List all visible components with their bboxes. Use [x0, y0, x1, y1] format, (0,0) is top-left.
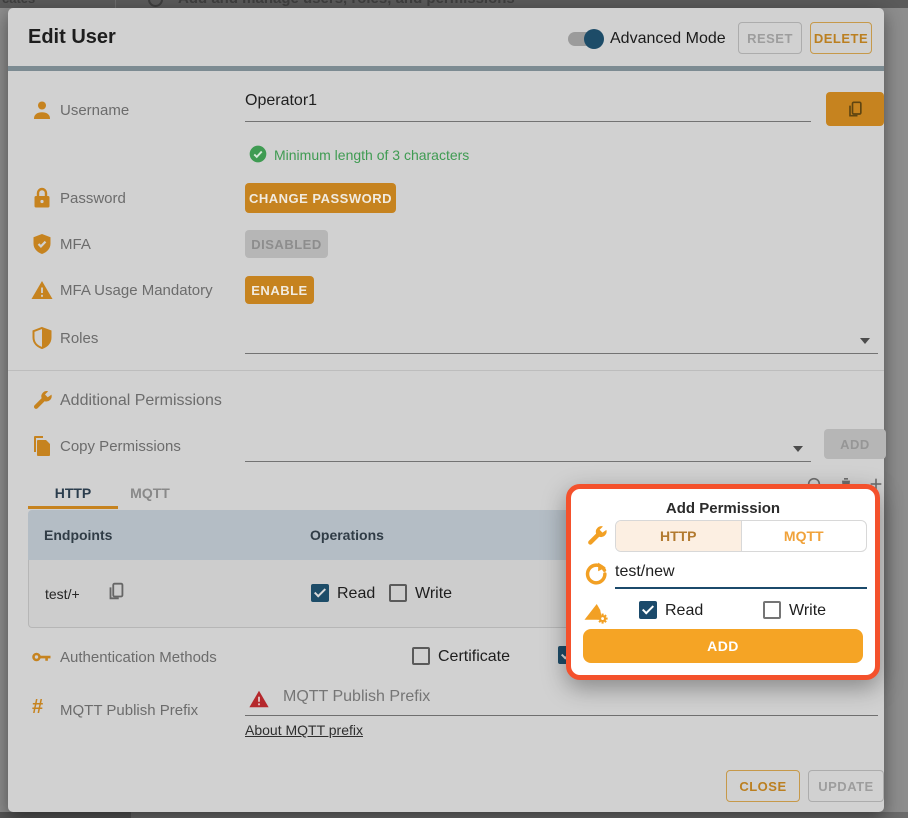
background-bottom-left: [0, 812, 131, 818]
additional-permissions-label: Additional Permissions: [60, 392, 222, 410]
operations-column-header: Operations: [310, 527, 384, 543]
read-checkbox-label: Read: [337, 585, 375, 603]
operations-icon: [581, 597, 609, 625]
mfa-disabled-button[interactable]: DISABLED: [245, 230, 328, 258]
popup-read-checkbox[interactable]: [639, 601, 657, 619]
background-divider: [115, 0, 116, 8]
popup-read-label: Read: [665, 602, 703, 620]
copy-permissions-select[interactable]: [245, 434, 811, 462]
advanced-mode-toggle-knob[interactable]: [584, 29, 604, 49]
copy-username-button[interactable]: [826, 92, 884, 126]
edit-user-dialog: Edit User Advanced Mode RESET DELETE Use…: [8, 8, 884, 812]
username-field-underline: [245, 92, 811, 122]
write-checkbox-label: Write: [415, 585, 452, 603]
copy-permissions-label: Copy Permissions: [60, 438, 181, 455]
about-mqtt-prefix-link[interactable]: About MQTT prefix: [245, 722, 363, 738]
background-bottom-right: [131, 812, 908, 818]
check-circle-icon: [248, 144, 268, 164]
endpoints-column-header: Endpoints: [44, 527, 112, 543]
mfa-enable-button[interactable]: ENABLE: [245, 276, 314, 304]
key-icon: [30, 644, 54, 668]
user-icon: [30, 98, 54, 122]
hash-icon: [32, 696, 43, 719]
close-button[interactable]: CLOSE: [726, 770, 800, 802]
certificate-checkbox-label: Certificate: [438, 648, 510, 666]
username-hint: Minimum length of 3 characters: [274, 147, 469, 163]
roles-select[interactable]: [245, 326, 878, 354]
add-permission-popup: Add Permission HTTP MQTT Read Write ADD: [566, 484, 880, 680]
warning-icon: [30, 278, 54, 302]
endpoint-value: test/+: [45, 586, 80, 602]
background-sidebar-partial-text: cates: [2, 0, 35, 7]
copy-icon: [845, 99, 865, 119]
users-section-icon: [148, 0, 163, 7]
popup-title: Add Permission: [571, 500, 875, 517]
popup-tab-mqtt[interactable]: MQTT: [742, 521, 867, 551]
copy-permissions-icon: [30, 434, 54, 458]
background-page-subtitle: Add and manage users, roles, and permiss…: [178, 0, 515, 7]
mfa-mandatory-label: MFA Usage Mandatory: [60, 282, 213, 299]
mfa-label: MFA: [60, 236, 91, 253]
advanced-mode-label: Advanced Mode: [610, 30, 726, 48]
header-divider: [8, 66, 884, 71]
username-label: Username: [60, 102, 129, 119]
popup-protocol-segmented-control: HTTP MQTT: [615, 520, 867, 552]
chevron-down-icon: [793, 446, 803, 452]
tab-mqtt[interactable]: MQTT: [118, 485, 182, 501]
roles-label: Roles: [60, 330, 98, 347]
wrench-icon: [30, 388, 54, 412]
shield-check-icon: [30, 232, 54, 256]
popup-write-label: Write: [789, 602, 826, 620]
section-divider: [8, 370, 884, 371]
endpoint-icon: [583, 561, 609, 587]
mqtt-prefix-label: MQTT Publish Prefix: [60, 702, 198, 719]
popup-write-checkbox[interactable]: [763, 601, 781, 619]
mqtt-prefix-input[interactable]: [245, 688, 908, 706]
copy-permissions-add-button[interactable]: ADD: [824, 429, 886, 459]
lock-icon: [30, 186, 54, 210]
mqtt-prefix-field-underline: [245, 688, 878, 716]
background-top-strip: cates Add and manage users, roles, and p…: [0, 0, 908, 8]
popup-endpoint-input[interactable]: [615, 563, 867, 581]
certificate-checkbox[interactable]: [412, 647, 430, 665]
active-tab-underline: [28, 506, 118, 509]
popup-endpoint-underline: [615, 563, 867, 589]
chevron-down-icon: [860, 338, 870, 344]
reset-button[interactable]: RESET: [738, 22, 802, 54]
username-input[interactable]: [245, 92, 811, 110]
change-password-button[interactable]: CHANGE PASSWORD: [245, 183, 396, 213]
delete-button[interactable]: DELETE: [810, 22, 872, 54]
wrench-icon: [584, 523, 609, 548]
copy-endpoint-icon[interactable]: [105, 580, 127, 602]
popup-add-button[interactable]: ADD: [583, 629, 863, 663]
auth-methods-label: Authentication Methods: [60, 649, 217, 666]
read-checkbox[interactable]: [311, 584, 329, 602]
password-label: Password: [60, 190, 126, 207]
dialog-title: Edit User: [28, 26, 116, 49]
popup-tab-http[interactable]: HTTP: [616, 521, 742, 551]
update-button[interactable]: UPDATE: [808, 770, 884, 802]
roles-shield-icon: [30, 326, 54, 350]
write-checkbox[interactable]: [389, 584, 407, 602]
tab-http[interactable]: HTTP: [28, 485, 118, 501]
